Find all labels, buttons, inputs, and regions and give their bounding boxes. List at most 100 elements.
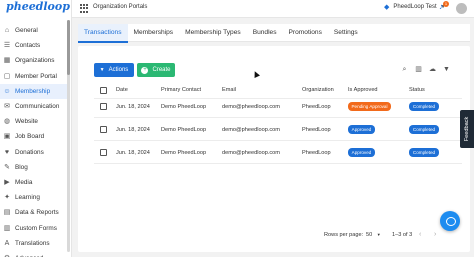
- row-divider: [94, 140, 462, 141]
- rows-per-page-value: 50: [366, 232, 373, 238]
- sidebar-item-data-reports[interactable]: ▤ Data & Reports: [0, 205, 68, 220]
- sidebar-item-communication[interactable]: ✉ Communication: [0, 99, 68, 114]
- row-checkbox[interactable]: [100, 103, 107, 110]
- logo[interactable]: pheedloop: [6, 0, 70, 13]
- column-header-status[interactable]: Status: [409, 87, 425, 93]
- row-checkbox[interactable]: [100, 149, 107, 156]
- header-divider: [94, 98, 462, 99]
- sidebar-item-label: Membership: [15, 87, 51, 95]
- sidebar-item-label: Member Portal: [15, 72, 57, 80]
- sidebar-item-general[interactable]: ⌂ General: [0, 23, 68, 38]
- sidebar-scrollbar-thumb[interactable]: [67, 20, 70, 75]
- row-contact[interactable]: Demo PheedLoop: [161, 127, 206, 133]
- sidebar-item-label: General: [15, 27, 38, 35]
- sidebar-nav: ⌂ General ☰ Contacts ▦ Organizations ▢ Member P…: [0, 23, 68, 257]
- row-organization: PheedLoop: [302, 127, 331, 133]
- sidebar-item-translations[interactable]: A Translations: [0, 236, 68, 251]
- approval-badge: Pending Approval: [348, 102, 391, 111]
- search-icon[interactable]: ⌕: [400, 65, 409, 74]
- row-date: Jun. 18, 2024: [116, 104, 150, 110]
- sidebar-item-label: Website: [15, 118, 38, 126]
- sidebar: pheedloop ⌂ General ☰ Contacts ▦ Organization…: [0, 0, 72, 257]
- blog-icon: ✎: [4, 163, 10, 171]
- sidebar-item-label: Media: [15, 178, 33, 186]
- feedback-tab[interactable]: Feedback: [460, 110, 474, 148]
- row-checkbox[interactable]: [100, 126, 107, 133]
- tab-membership-types[interactable]: Membership Types: [179, 24, 247, 42]
- row-organization: PheedLoop: [302, 104, 331, 110]
- chat-icon[interactable]: [440, 211, 460, 231]
- row-contact[interactable]: Demo PheedLoop: [161, 150, 206, 156]
- feedback-label: Feedback: [464, 116, 470, 142]
- event-name: PheedLoop Test: [393, 4, 437, 10]
- sidebar-item-label: Job Board: [15, 133, 45, 141]
- translations-icon: A: [4, 239, 10, 247]
- tab-transactions[interactable]: Transactions: [78, 24, 128, 43]
- chevron-down-icon: ▼: [376, 232, 381, 237]
- website-icon: ◍: [3, 118, 11, 126]
- sidebar-item-label: Donations: [15, 148, 44, 156]
- sidebar-item-label: Communication: [15, 103, 60, 111]
- tab-bar: Transactions Memberships Membership Types B…: [78, 24, 470, 43]
- next-page-icon[interactable]: ›: [434, 231, 436, 238]
- member-portal-icon: ▢: [3, 72, 11, 80]
- column-header-date[interactable]: Date: [116, 87, 128, 93]
- filter-icon[interactable]: ▼: [442, 65, 451, 74]
- donations-icon: ♥: [4, 148, 10, 156]
- sidebar-item-advanced[interactable]: ⚙Advanced: [0, 251, 68, 257]
- create-label: Create: [152, 67, 171, 73]
- apps-grid-icon[interactable]: [80, 4, 89, 13]
- row-divider: [94, 117, 462, 118]
- tab-promotions[interactable]: Promotions: [283, 24, 328, 42]
- sidebar-item-blog[interactable]: ✎ Blog: [0, 160, 68, 175]
- sidebar-item-custom-forms[interactable]: ▥ Custom Forms: [0, 220, 68, 235]
- row-email: demo@pheedloop.com: [222, 150, 280, 156]
- row-contact[interactable]: Demo PheedLoop: [161, 104, 206, 110]
- sidebar-item-member-portal[interactable]: ▢ Member Portal: [0, 69, 68, 84]
- sidebar-item-contacts[interactable]: ☰ Contacts: [0, 38, 68, 53]
- avatar[interactable]: [456, 3, 467, 14]
- status-badge: Completed: [409, 148, 439, 157]
- approval-badge: Approved: [348, 125, 375, 134]
- sidebar-item-organizations[interactable]: ▦ Organizations: [0, 53, 68, 68]
- sidebar-item-media[interactable]: ▶ Media: [0, 175, 68, 190]
- tab-memberships[interactable]: Memberships: [128, 24, 180, 42]
- tab-settings[interactable]: Settings: [328, 24, 364, 42]
- home-icon: ⌂: [4, 27, 10, 35]
- sidebar-item-label: Translations: [15, 239, 50, 247]
- select-all-checkbox[interactable]: [100, 87, 107, 94]
- row-email: demo@pheedloop.com: [222, 104, 280, 110]
- page-title: Organization Portals: [93, 4, 148, 10]
- columns-icon[interactable]: ▥: [414, 65, 423, 74]
- pagination-range: 1–3 of 3: [392, 232, 413, 238]
- membership-icon: ☺: [3, 87, 11, 95]
- column-header-approved[interactable]: Is Approved: [348, 87, 378, 93]
- create-button[interactable]: + Create: [137, 63, 175, 77]
- column-header-email[interactable]: Email: [222, 87, 236, 93]
- row-organization: PheedLoop: [302, 150, 331, 156]
- sidebar-item-learning[interactable]: ✦ Learning: [0, 190, 68, 205]
- media-icon: ▶: [4, 178, 10, 186]
- contacts-icon: ☰: [3, 42, 11, 50]
- forms-icon: ▥: [3, 224, 11, 232]
- sidebar-item-label: Organizations: [15, 57, 55, 65]
- plus-icon: +: [141, 66, 149, 74]
- tab-bundles[interactable]: Bundles: [247, 24, 283, 42]
- sidebar-item-donations[interactable]: ♥ Donations: [0, 145, 68, 160]
- download-icon[interactable]: ☁: [428, 65, 437, 74]
- event-selector[interactable]: ◆ PheedLoop Test ▼: [384, 3, 446, 11]
- notification-badge: 1: [443, 1, 449, 7]
- rows-per-page-select[interactable]: 50 ▼: [366, 232, 381, 238]
- sidebar-item-membership[interactable]: ☺ Membership: [0, 83, 68, 99]
- row-email: demo@pheedloop.com: [222, 127, 280, 133]
- actions-button[interactable]: ▼ Actions: [94, 63, 134, 77]
- topbar: Organization Portals ◆ PheedLoop Test ▼: [72, 0, 474, 18]
- row-date: Jun. 18, 2024: [116, 127, 150, 133]
- status-badge: Completed: [409, 102, 439, 111]
- sidebar-item-label: Learning: [15, 194, 40, 202]
- column-header-organization[interactable]: Organization: [302, 87, 334, 93]
- sidebar-item-website[interactable]: ◍ Website: [0, 114, 68, 129]
- column-header-contact[interactable]: Primary Contact: [161, 87, 201, 93]
- prev-page-icon[interactable]: ‹: [419, 231, 421, 238]
- sidebar-item-job-board[interactable]: ▣ Job Board: [0, 129, 68, 144]
